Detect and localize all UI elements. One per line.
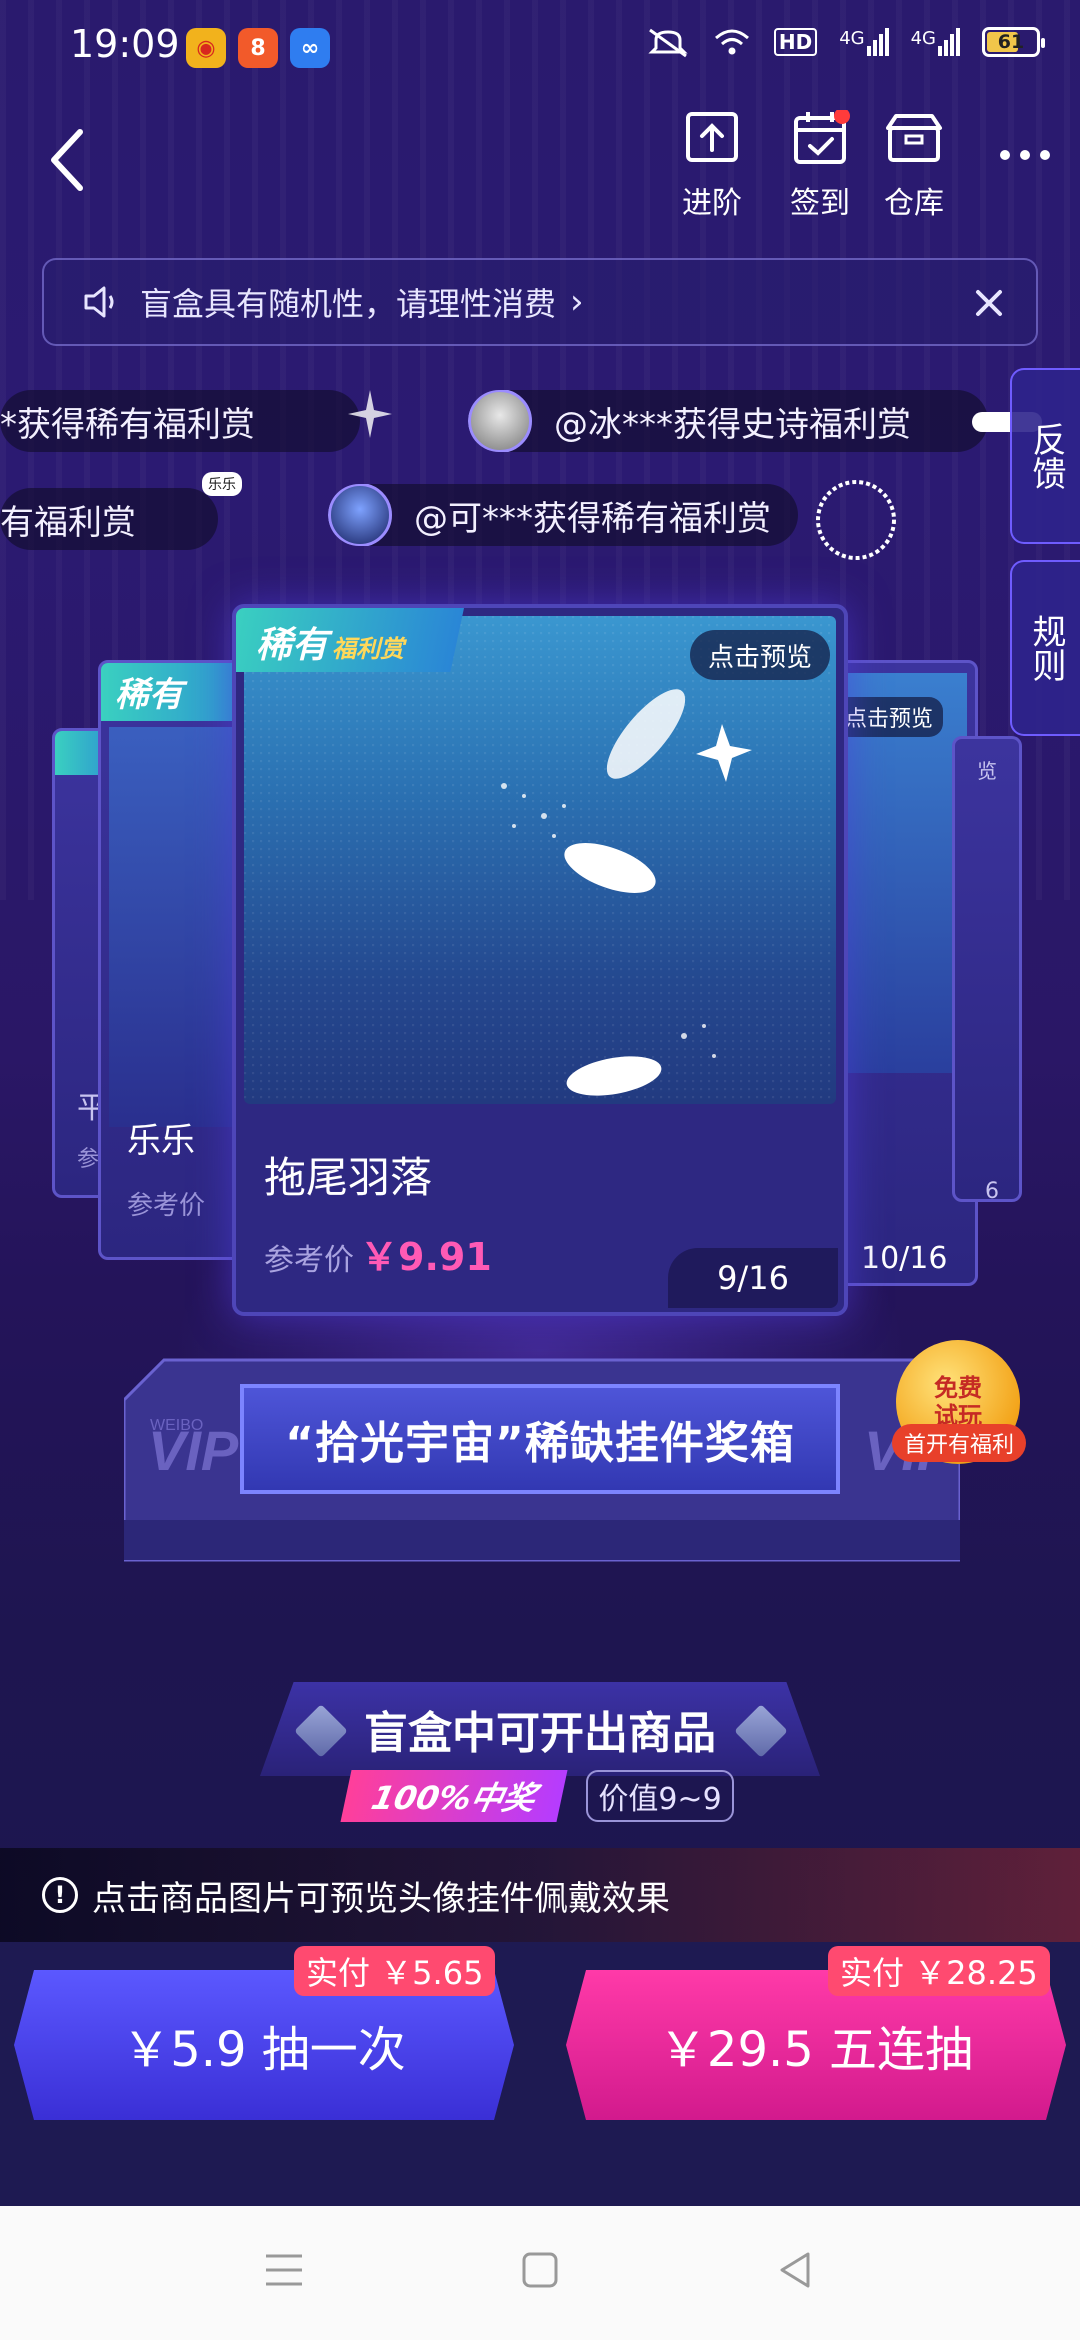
status-bar: 19:09 ◉ 8 ∞ HD 4G 4G 61	[0, 0, 1080, 96]
svg-text:WEIBO: WEIBO	[150, 1417, 203, 1434]
ticker-item: 有福利赏	[0, 488, 218, 550]
signal-4g-2: 4G	[911, 28, 960, 56]
feather-artwork	[501, 689, 752, 1096]
cloud-notification-icon: ∞	[290, 28, 330, 68]
back-icon[interactable]	[40, 120, 100, 200]
ticker-item: @冰***获得史诗福利赏	[468, 390, 988, 452]
advance-button[interactable]: 进阶	[662, 110, 762, 222]
hd-indicator: HD	[773, 28, 818, 56]
avatar	[468, 390, 532, 452]
calendar-check-icon	[794, 108, 850, 164]
prize-card-main[interactable]: 稀有 福利赏 点击预览 拖尾羽落 参考价 ￥9.91 9/16	[232, 604, 848, 1316]
win-rate-badge: 100%中奖	[340, 1770, 568, 1822]
ring-decoration	[816, 480, 896, 560]
avatar	[328, 484, 392, 546]
mute-icon	[648, 28, 688, 58]
checkin-label: 签到	[790, 186, 850, 221]
ticker-item: @可***获得稀有福利赏	[328, 484, 798, 546]
chevron-right-icon: ›	[570, 282, 584, 322]
sparkle-icon	[348, 390, 392, 438]
system-navigation-bar	[0, 2206, 1080, 2340]
page-indicator: 9/16	[668, 1248, 838, 1308]
reference-price: 参考价 ￥9.91	[264, 1235, 492, 1279]
first-open-ribbon: 首开有福利	[892, 1424, 1026, 1462]
preview-button[interactable]: 点击预览	[689, 630, 830, 680]
preview-tip: ! 点击商品图片可预览头像挂件佩戴效果	[0, 1848, 1080, 1942]
weibo-notification-icon: ◉	[186, 28, 226, 68]
five-pay-tag: 实付 ￥28.25	[828, 1946, 1050, 1996]
wifi-icon	[714, 29, 749, 55]
prize-card-far-right[interactable]: 览 6	[952, 736, 1022, 1202]
warehouse-box-icon	[886, 114, 942, 162]
battery-icon: 61	[982, 27, 1045, 57]
box-title: “拾光宇宙”稀缺挂件奖箱	[240, 1384, 840, 1494]
back-nav-icon[interactable]	[774, 2248, 818, 2292]
feedback-tab[interactable]: 反馈	[1010, 368, 1080, 544]
speaker-icon	[84, 286, 114, 318]
checkin-button[interactable]: 签到	[770, 108, 870, 222]
rules-tab[interactable]: 规则	[1010, 560, 1080, 736]
prize-image[interactable]	[244, 616, 836, 1104]
ticker-item: *获得稀有福利赏	[0, 390, 360, 452]
notice-bar[interactable]: 盲盒具有随机性，请理性消费 ›	[42, 258, 1038, 346]
value-range-badge: 价值9~9	[586, 1770, 734, 1822]
status-time: 19:09	[70, 22, 180, 66]
item-name: 拖尾羽落	[264, 1153, 433, 1202]
upload-icon	[686, 112, 738, 162]
single-pay-tag: 实付 ￥5.65	[294, 1946, 496, 1996]
menu-icon[interactable]	[262, 2250, 306, 2290]
rarity-label: 稀有 福利赏	[256, 625, 405, 666]
notice-text: 盲盒具有随机性，请理性消费	[140, 285, 557, 323]
app-notification-icon: 8	[238, 28, 278, 68]
warehouse-label: 仓库	[884, 186, 944, 221]
warehouse-button[interactable]: 仓库	[864, 110, 964, 222]
home-icon[interactable]	[518, 2248, 562, 2292]
ticker-badge: 乐乐	[202, 472, 242, 496]
more-options-icon[interactable]	[1000, 150, 1050, 160]
signal-4g-1: 4G	[839, 28, 889, 56]
close-icon[interactable]	[964, 278, 1014, 328]
advance-label: 进阶	[682, 186, 742, 221]
info-icon: !	[42, 1877, 78, 1913]
